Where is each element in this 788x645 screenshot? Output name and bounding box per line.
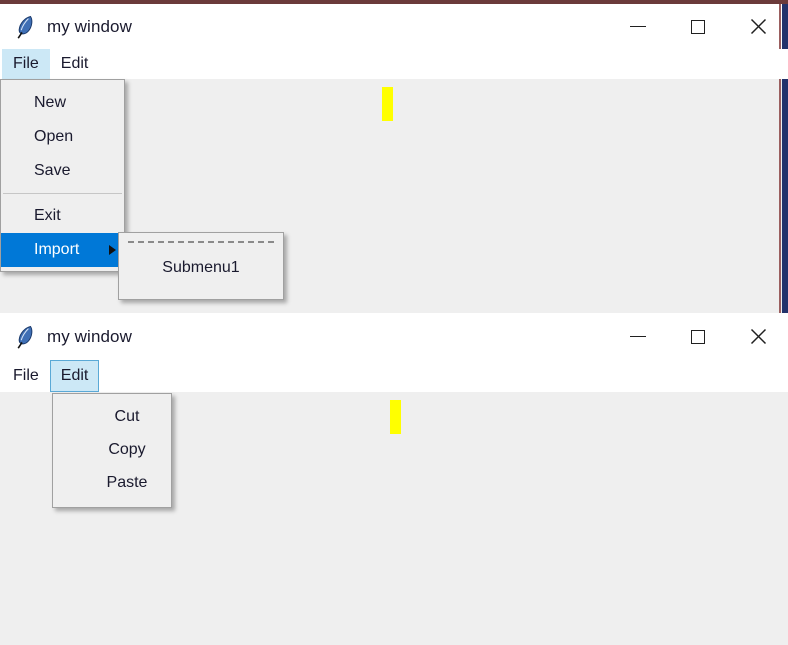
titlebar[interactable]: my window <box>0 313 788 360</box>
maximize-button[interactable] <box>668 313 728 360</box>
menu-item-import[interactable]: Import <box>1 233 124 267</box>
text-caret <box>390 400 401 434</box>
menu-item-import-label: Import <box>34 241 80 258</box>
screen: my window File Edit New Open Save Exit I… <box>0 0 788 645</box>
window-bottom: my window File Edit Cut Copy Paste <box>0 313 788 645</box>
titlebar[interactable]: my window <box>0 4 788 49</box>
close-button[interactable] <box>728 313 788 360</box>
triangle-right-icon <box>109 245 116 255</box>
close-icon <box>750 18 766 35</box>
menu-item-save-label: Save <box>34 162 71 179</box>
menu-edit-list: Cut Copy Paste <box>53 394 171 507</box>
menu-item-open[interactable]: Open <box>1 120 124 154</box>
text-caret <box>382 87 393 121</box>
menubar: File Edit <box>0 360 788 392</box>
menubar-item-file[interactable]: File <box>2 49 50 79</box>
close-icon <box>750 328 766 345</box>
menu-import-submenu: Submenu1 <box>118 232 284 300</box>
menu-item-save[interactable]: Save <box>1 154 124 188</box>
menubar-item-file[interactable]: File <box>2 360 50 392</box>
minimize-icon <box>630 335 646 338</box>
menubar-item-file-label: File <box>13 55 39 72</box>
menu-item-copy-label: Copy <box>108 440 146 458</box>
window-title: my window <box>47 326 132 346</box>
menu-item-exit-label: Exit <box>34 207 61 224</box>
menubar-item-edit-label: Edit <box>60 367 89 384</box>
menu-item-cut[interactable]: Cut <box>53 400 171 433</box>
minimize-button[interactable] <box>608 313 668 360</box>
maximize-button[interactable] <box>668 4 728 49</box>
maximize-icon <box>691 19 705 34</box>
menu-edit-dropdown: Cut Copy Paste <box>52 393 172 508</box>
window-top: my window File Edit New Open Save Exit I… <box>0 0 788 317</box>
menu-item-new-label: New <box>34 94 67 111</box>
maximize-icon <box>691 329 705 344</box>
window-title: my window <box>47 16 132 36</box>
feather-icon <box>14 14 36 40</box>
menu-separator <box>3 193 122 194</box>
menu-item-new[interactable]: New <box>1 86 124 120</box>
menu-item-paste-label: Paste <box>106 473 148 491</box>
menu-item-submenu1[interactable]: Submenu1 <box>119 244 283 284</box>
menubar-item-edit-label: Edit <box>60 55 89 72</box>
menu-item-exit[interactable]: Exit <box>1 199 124 233</box>
menubar-item-edit[interactable]: Edit <box>49 360 100 392</box>
menu-item-copy[interactable]: Copy <box>53 433 171 466</box>
menu-item-paste[interactable]: Paste <box>53 466 171 499</box>
minimize-icon <box>630 25 646 28</box>
menubar: File Edit <box>0 49 788 79</box>
window-controls <box>608 313 788 360</box>
minimize-button[interactable] <box>608 4 668 49</box>
menubar-item-edit[interactable]: Edit <box>50 49 100 79</box>
menu-file-list: New Open Save Exit Import <box>1 80 124 271</box>
menu-file-dropdown: New Open Save Exit Import <box>0 79 125 272</box>
menu-item-open-label: Open <box>34 128 74 145</box>
menu-item-submenu1-label: Submenu1 <box>162 259 240 276</box>
menu-item-cut-label: Cut <box>114 407 140 425</box>
feather-icon <box>14 324 36 350</box>
menubar-item-file-label: File <box>13 367 39 384</box>
window-controls <box>608 4 788 49</box>
